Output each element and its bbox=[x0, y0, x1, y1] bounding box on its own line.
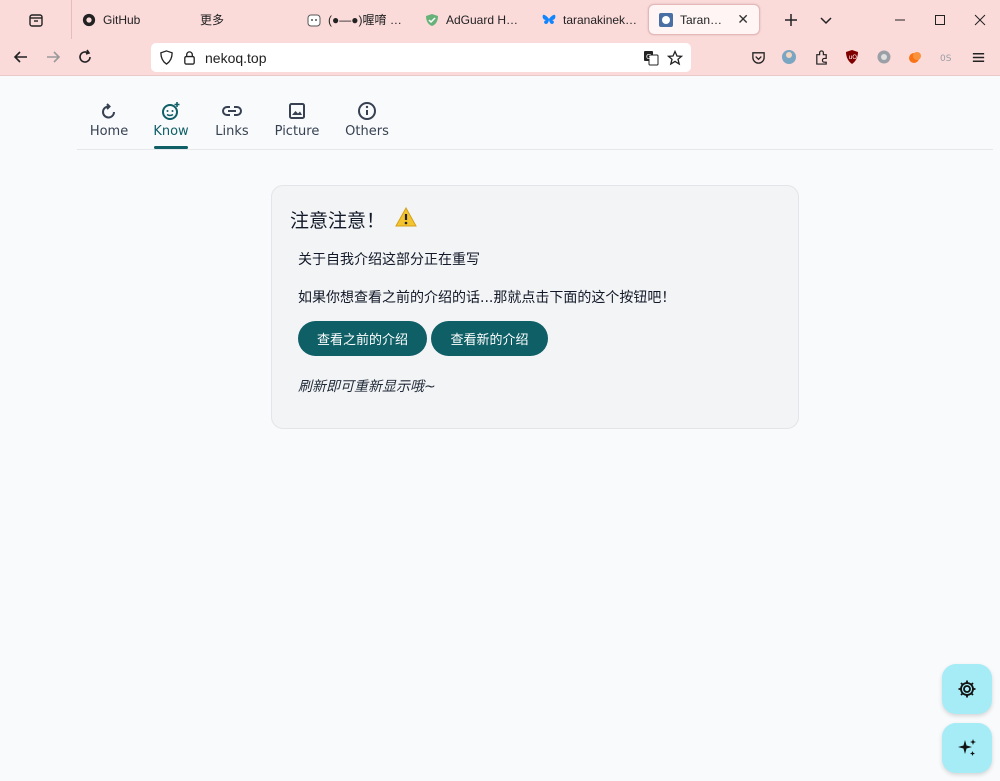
tab-close-icon[interactable]: ✕ bbox=[737, 11, 749, 28]
tab-title: 更多 bbox=[200, 13, 225, 27]
address-bar[interactable]: nekoq.top G bbox=[151, 43, 691, 72]
tab-manager-button[interactable] bbox=[0, 0, 72, 39]
chevron-down-icon bbox=[820, 16, 832, 24]
tab-oyo[interactable]: (●—●)喔唷 · 趣 bbox=[297, 0, 415, 39]
github-icon bbox=[82, 13, 96, 27]
bluesky-butterfly-icon bbox=[542, 13, 556, 27]
star-icon[interactable] bbox=[667, 49, 683, 66]
tab-title: AdGuard Home bbox=[446, 12, 522, 27]
browser-nav-bar: nekoq.top G uO 0S bbox=[0, 39, 1000, 76]
minimize-icon bbox=[895, 19, 905, 20]
browser-tab-bar: GitHub 更多 (●—●)喔唷 · 趣 AdGuard Home taran… bbox=[0, 0, 1000, 39]
tab-taranakineko[interactable]: Taranakineko ✕ bbox=[648, 4, 760, 35]
adguard-shield-icon bbox=[425, 13, 439, 27]
translate-icon[interactable]: G bbox=[643, 50, 659, 66]
view-new-intro-button[interactable]: 查看新的介绍 bbox=[431, 321, 548, 356]
view-old-intro-button[interactable]: 查看之前的介绍 bbox=[298, 321, 427, 356]
svg-text:G: G bbox=[646, 53, 651, 61]
gear-icon bbox=[958, 680, 976, 698]
extensions-puzzle-icon[interactable] bbox=[809, 45, 833, 69]
tab-title: (●—●)喔唷 · 趣 bbox=[328, 13, 405, 27]
minimize-button[interactable] bbox=[880, 0, 920, 39]
refresh-note: 刷新即可重新显示哦~ bbox=[298, 379, 436, 395]
lock-icon[interactable] bbox=[182, 50, 197, 65]
shield-icon[interactable] bbox=[159, 50, 174, 65]
tab-bluesky[interactable]: taranakineko (@ bbox=[532, 0, 648, 39]
tab-title: Taranakineko bbox=[680, 12, 726, 27]
tab-manager-icon bbox=[28, 13, 43, 27]
ublock-icon[interactable]: uO bbox=[840, 45, 864, 69]
image-icon bbox=[286, 100, 308, 122]
settings-fab[interactable] bbox=[942, 664, 992, 714]
info-icon bbox=[356, 100, 378, 122]
nav-item-others[interactable]: Others bbox=[345, 92, 389, 150]
site-favicon bbox=[659, 12, 673, 27]
card-title-text: 注意注意！ bbox=[290, 210, 386, 232]
menu-button[interactable] bbox=[966, 45, 990, 69]
cat-icon bbox=[307, 13, 321, 27]
card-line-2: 如果你想查看之前的介绍的话...那就点击下面的这个按钮吧！ bbox=[298, 290, 676, 306]
hamburger-icon bbox=[972, 52, 984, 62]
orange-extension-icon[interactable] bbox=[903, 45, 927, 69]
svg-text:0S: 0S bbox=[940, 54, 952, 64]
link-icon bbox=[221, 100, 243, 122]
nav-label: Picture bbox=[274, 124, 320, 139]
card-title: 注意注意！ bbox=[290, 206, 417, 233]
shield-gear-extension-icon[interactable] bbox=[872, 45, 896, 69]
reload-icon bbox=[79, 49, 91, 63]
warning-icon bbox=[395, 206, 417, 232]
maximize-button[interactable] bbox=[920, 0, 960, 39]
site-nav: Home Know Links Picture Others bbox=[77, 92, 993, 150]
tab-title: taranakineko (@ bbox=[563, 12, 638, 27]
tab-title: GitHub bbox=[103, 12, 141, 27]
active-tab-indicator bbox=[154, 146, 188, 149]
ai-fab[interactable] bbox=[942, 723, 992, 773]
tab-adguard[interactable]: AdGuard Home bbox=[415, 0, 532, 39]
nav-label: Others bbox=[345, 124, 389, 139]
forward-button[interactable] bbox=[37, 41, 69, 73]
nav-item-home[interactable]: Home bbox=[89, 92, 129, 150]
refresh-icon bbox=[98, 100, 120, 122]
nav-item-know[interactable]: Know bbox=[153, 92, 189, 150]
nav-label: Know bbox=[153, 124, 189, 139]
plus-icon bbox=[785, 13, 797, 26]
svg-text:uO: uO bbox=[849, 54, 858, 61]
nav-label: Links bbox=[215, 124, 249, 139]
new-tab-button[interactable] bbox=[771, 0, 811, 39]
maximize-icon bbox=[935, 14, 945, 25]
card-line-1: 关于自我介绍这部分正在重写 bbox=[298, 252, 480, 268]
list-all-tabs-button[interactable] bbox=[806, 0, 846, 39]
nav-label: Home bbox=[89, 124, 129, 139]
face-sparkle-icon bbox=[160, 100, 182, 122]
avatar-extension-icon[interactable] bbox=[777, 45, 801, 69]
tab-more[interactable]: 更多 bbox=[182, 0, 297, 39]
arrow-left-icon bbox=[13, 51, 27, 63]
close-icon bbox=[974, 14, 986, 25]
tab-github[interactable]: GitHub bbox=[72, 0, 182, 39]
pocket-icon[interactable] bbox=[746, 45, 770, 69]
close-window-button[interactable] bbox=[960, 0, 1000, 39]
reload-button[interactable] bbox=[69, 41, 101, 73]
arrow-right-icon bbox=[47, 51, 61, 63]
nav-item-picture[interactable]: Picture bbox=[275, 92, 319, 150]
text-extension-icon[interactable]: 0S bbox=[935, 45, 959, 69]
notice-card: 注意注意！ 关于自我介绍这部分正在重写 如果你想查看之前的介绍的话...那就点击… bbox=[271, 185, 799, 429]
sparkle-icon bbox=[958, 739, 976, 756]
url-text[interactable]: nekoq.top bbox=[205, 50, 267, 66]
back-button[interactable] bbox=[5, 41, 37, 73]
nav-item-links[interactable]: Links bbox=[215, 92, 249, 150]
